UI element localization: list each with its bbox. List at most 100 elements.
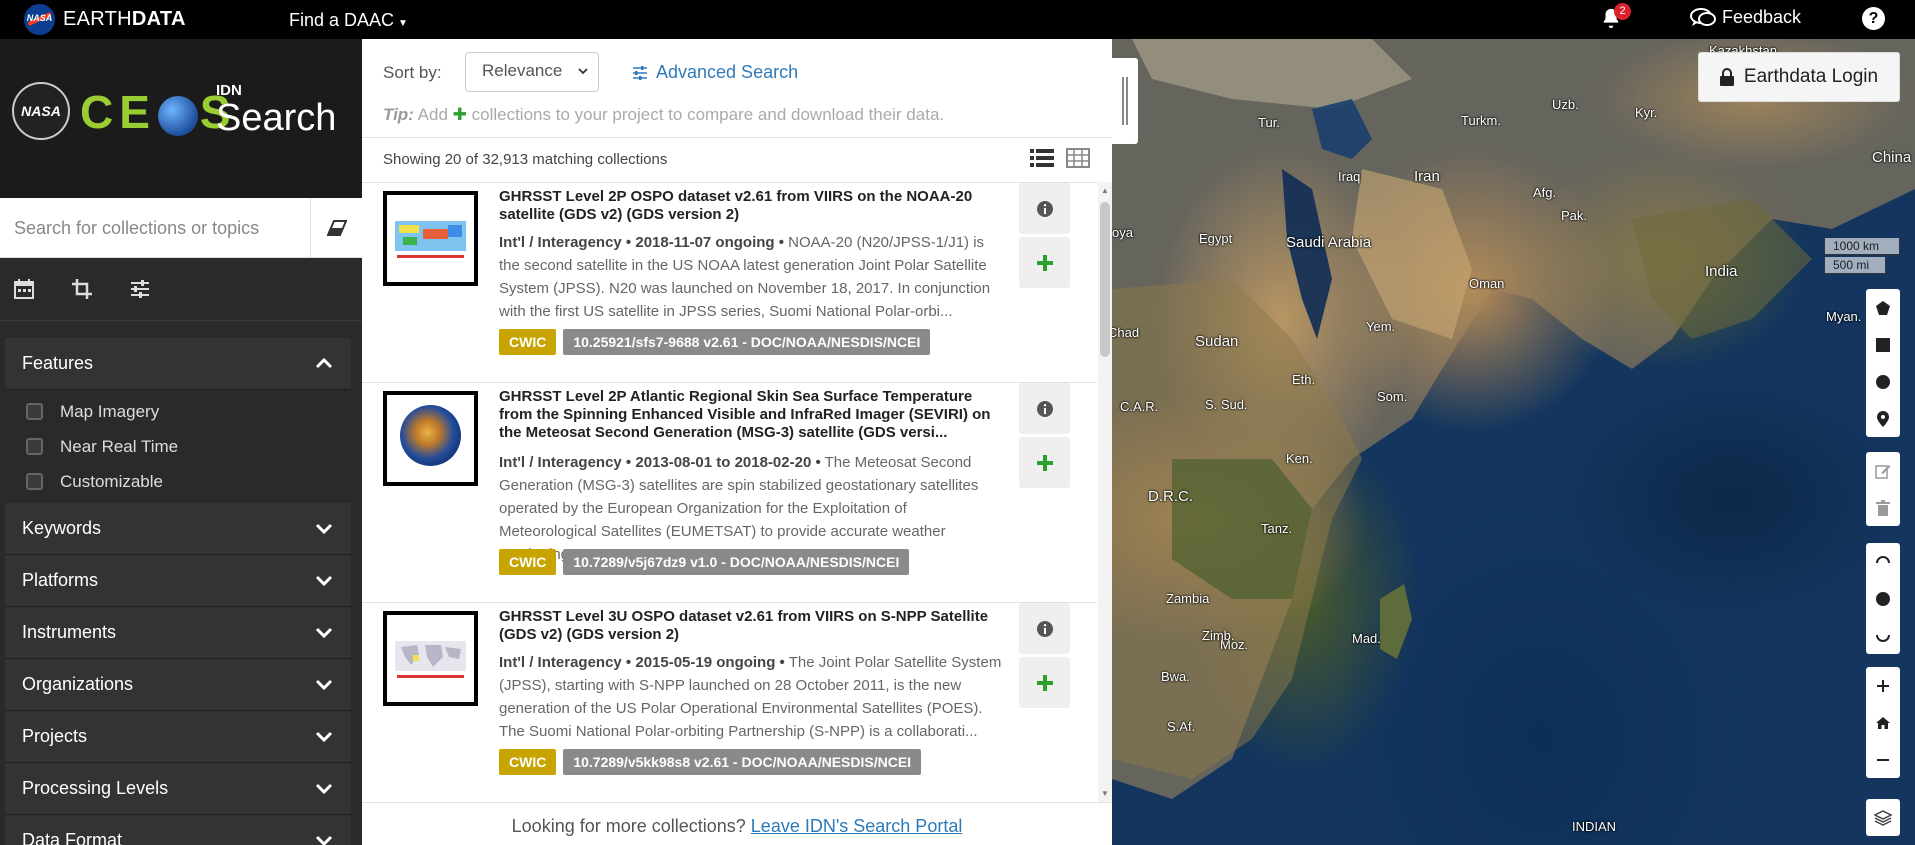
tip-text: Tip: Add ✚ collections to your project t… (383, 105, 944, 125)
point-tool-button[interactable] (1866, 400, 1900, 437)
collection-meta: Int'l / Interagency • 2013-08-01 to 2018… (499, 454, 821, 471)
facet-option-near-real-time[interactable]: Near Real Time (5, 429, 351, 464)
notifications-button[interactable]: 2 (1600, 3, 1631, 33)
collection-title[interactable]: GHRSST Level 3U OSPO dataset v2.61 from … (499, 608, 1007, 644)
facet-option-customizable[interactable]: Customizable (5, 464, 351, 499)
checkbox[interactable] (26, 438, 43, 455)
nasa-round-logo: NASA (12, 82, 70, 140)
north-pole-icon (1876, 555, 1890, 563)
zoom-in-button[interactable] (1866, 667, 1900, 704)
facet-option-map-imagery[interactable]: Map Imagery (5, 394, 351, 429)
nasa-logo[interactable]: NASA (24, 4, 55, 35)
feedback-button[interactable]: Feedback (1690, 7, 1801, 28)
globe-icon (1876, 591, 1890, 606)
checkbox[interactable] (26, 473, 43, 490)
sliders-icon[interactable] (129, 278, 151, 300)
polygon-tool-button[interactable] (1866, 289, 1900, 326)
crop-icon[interactable] (71, 278, 93, 300)
chevron-up-icon (315, 357, 333, 369)
facet-processing-levels[interactable]: Processing Levels (5, 763, 351, 815)
collection-info-button[interactable] (1019, 383, 1070, 434)
trash-icon (1876, 499, 1890, 516)
idn-logo-area: NASA CE S IDN Search (0, 39, 362, 198)
facet-data-format[interactable]: Data Format (5, 815, 351, 845)
collection-info-button[interactable] (1019, 603, 1070, 654)
arctic-projection-button[interactable] (1866, 543, 1900, 580)
scroll-up-arrow-icon[interactable]: ▲ (1101, 186, 1109, 195)
map-label: Yem. (1366, 319, 1396, 334)
scrollbar-thumb[interactable] (1100, 202, 1110, 357)
layers-button[interactable] (1866, 799, 1900, 836)
facet-instruments[interactable]: Instruments (5, 607, 351, 659)
home-button[interactable] (1866, 704, 1900, 741)
calendar-icon[interactable] (13, 278, 35, 300)
collection-thumbnail[interactable] (383, 191, 478, 286)
collection-thumbnail[interactable] (383, 611, 478, 706)
list-item[interactable]: GHRSST Level 2P OSPO dataset v2.61 from … (362, 183, 1097, 383)
circle-tool-button[interactable] (1866, 363, 1900, 400)
panel-resize-handle[interactable] (1112, 58, 1138, 144)
home-icon (1876, 716, 1890, 729)
square-icon (1876, 337, 1890, 352)
list-item[interactable]: GHRSST Level 2P Atlantic Regional Skin S… (362, 383, 1097, 603)
list-view-icon[interactable] (1030, 147, 1054, 169)
ceos-logo: CE S (80, 85, 237, 139)
doi-badge[interactable]: 10.7289/v5j67dz9 v1.0 - DOC/NOAA/NESDIS/… (563, 549, 910, 575)
facet-keywords[interactable]: Keywords (5, 503, 351, 555)
facet-organizations[interactable]: Organizations (5, 659, 351, 711)
leave-portal-link[interactable]: Leave IDN's Search Portal (751, 816, 963, 836)
info-icon (1036, 200, 1053, 217)
geographic-projection-button[interactable] (1866, 580, 1900, 617)
help-button[interactable]: ? (1862, 7, 1885, 30)
collection-info-button[interactable] (1019, 183, 1070, 234)
collection-search-box (0, 198, 362, 258)
collection-title[interactable]: GHRSST Level 2P OSPO dataset v2.61 from … (499, 188, 1007, 224)
map-view[interactable]: Kazakhstan Tur. Turkm. Uzb. Kyr. China I… (1112, 39, 1915, 845)
facet-projects[interactable]: Projects (5, 711, 351, 763)
advanced-search-link[interactable]: Advanced Search (632, 62, 798, 83)
world-map-thumbnail (393, 635, 468, 683)
antarctic-projection-button[interactable] (1866, 617, 1900, 654)
lock-icon (1719, 68, 1734, 86)
rectangle-tool-button[interactable] (1866, 326, 1900, 363)
add-to-project-button[interactable] (1019, 657, 1070, 708)
chevron-down-icon (315, 783, 333, 795)
map-landmass-shading (1112, 39, 1915, 799)
edit-shape-button[interactable] (1866, 452, 1900, 489)
add-to-project-button[interactable] (1019, 237, 1070, 288)
clear-search-button[interactable] (310, 198, 362, 258)
list-item[interactable]: GHRSST Level 3U OSPO dataset v2.61 from … (362, 603, 1097, 802)
map-marker-icon (1877, 410, 1889, 427)
facet-title: Processing Levels (22, 778, 169, 798)
delete-shape-button[interactable] (1866, 489, 1900, 526)
plus-icon (1036, 454, 1053, 471)
layers-control (1866, 799, 1900, 836)
checkbox[interactable] (26, 403, 43, 420)
advanced-search-label: Advanced Search (656, 62, 799, 82)
collection-title[interactable]: GHRSST Level 2P Atlantic Regional Skin S… (499, 388, 1007, 442)
projection-tools (1866, 543, 1900, 654)
scroll-down-arrow-icon[interactable]: ▼ (1101, 789, 1109, 798)
results-scrollbar[interactable]: ▲ ▼ (1098, 182, 1112, 802)
doi-badge[interactable]: 10.25921/sfs7-9688 v2.61 - DOC/NOAA/NESD… (563, 329, 931, 355)
info-icon (1036, 400, 1053, 417)
map-label: Tanz. (1261, 521, 1293, 536)
add-to-project-button[interactable] (1019, 437, 1070, 488)
sort-toolbar: Sort by: Relevance Advanced Search Tip: … (362, 39, 1112, 138)
table-view-icon[interactable] (1066, 147, 1090, 169)
earthdata-login-button[interactable]: Earthdata Login (1698, 52, 1900, 102)
globe-icon (157, 95, 198, 136)
facet-features[interactable]: Features (5, 338, 351, 390)
collection-thumbnail[interactable] (383, 391, 478, 486)
facet-title: Projects (22, 726, 88, 746)
sort-select[interactable]: Relevance (465, 52, 599, 92)
spatial-temporal-tools (0, 258, 362, 321)
facet-platforms[interactable]: Platforms (5, 555, 351, 607)
earth-disk-thumbnail (400, 405, 461, 466)
earthdata-brand[interactable]: EARTHDATA (63, 8, 186, 31)
doi-badge[interactable]: 10.7289/v5kk98s8 v2.61 - DOC/NOAA/NESDIS… (563, 749, 922, 775)
zoom-out-button[interactable] (1866, 741, 1900, 778)
collection-search-input[interactable] (0, 198, 310, 258)
brand-light: EARTH (63, 8, 132, 30)
find-a-daac-menu[interactable]: Find a DAAC ▼ (289, 10, 408, 31)
